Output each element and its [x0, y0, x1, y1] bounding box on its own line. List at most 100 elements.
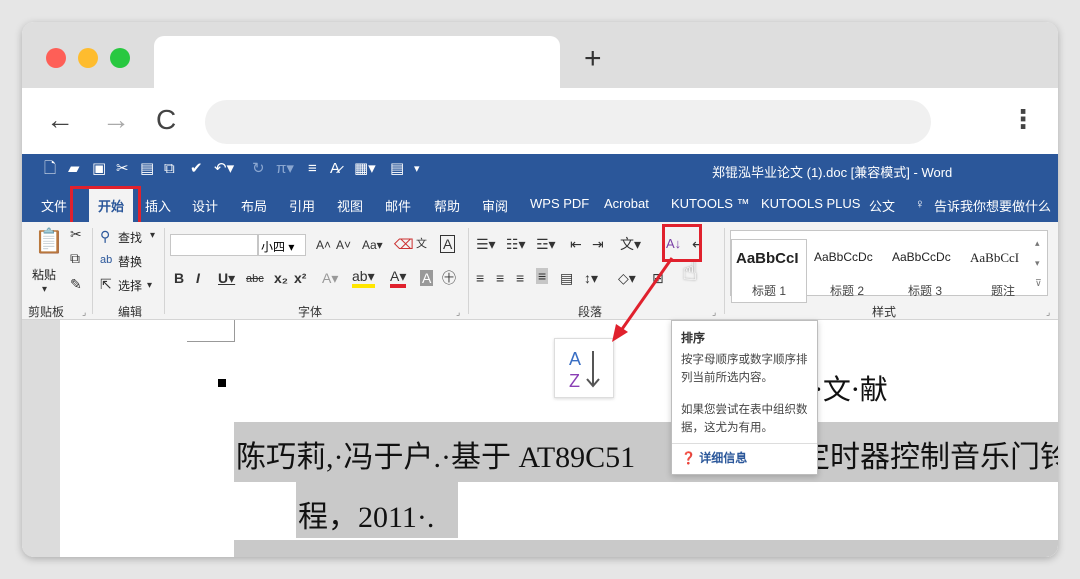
find-dropdown-icon[interactable]: ▾ [150, 228, 155, 244]
browser-menu-icon[interactable]: ⋮ [1010, 106, 1036, 132]
replace-button[interactable]: 替换 [118, 253, 142, 270]
copy-icon[interactable]: ⧉ [164, 160, 175, 178]
tab-layout[interactable]: 布局 [241, 196, 267, 215]
styles-launcher-icon[interactable]: ⌟ [1046, 304, 1050, 320]
enclose-characters-icon[interactable]: ㊉ [442, 270, 456, 286]
cut-small-icon[interactable]: ✂ [70, 226, 82, 242]
bullets-icon[interactable]: ☰▾ [476, 236, 496, 252]
bold-icon[interactable]: B [174, 270, 184, 286]
tab-wps-pdf[interactable]: WPS PDF [530, 196, 589, 211]
browser-tab[interactable] [154, 36, 560, 88]
font-name-field[interactable] [170, 234, 258, 256]
distributed-icon[interactable]: ▤ [560, 270, 573, 286]
tab-view[interactable]: 视图 [337, 196, 363, 215]
maximize-window-button[interactable] [110, 48, 130, 68]
paste-button[interactable]: 粘贴 [32, 266, 56, 283]
character-border-icon[interactable]: A [440, 235, 456, 253]
new-document-icon[interactable]: 🗋 [44, 160, 56, 178]
new-tab-button[interactable]: + [584, 44, 602, 74]
style-heading-3[interactable]: AaBbCcDc 标题 3 [887, 239, 963, 303]
styles-more-icon[interactable]: ⊽ [1035, 275, 1042, 291]
shrink-font-icon[interactable]: A˅ [336, 237, 351, 253]
change-case-icon[interactable]: Aa▾ [362, 237, 383, 253]
tab-insert[interactable]: 插入 [145, 196, 171, 215]
open-folder-icon[interactable]: ▰ [68, 160, 80, 178]
back-icon[interactable]: ← [46, 106, 74, 134]
increase-indent-icon[interactable]: ⇥ [592, 236, 604, 252]
chinese-layout-icon[interactable]: 文▾ [620, 236, 641, 252]
reload-icon[interactable]: C [156, 106, 176, 134]
close-window-button[interactable] [46, 48, 66, 68]
paragraph-launcher-icon[interactable]: ⌟ [712, 304, 716, 320]
grow-font-icon[interactable]: A˄ [316, 237, 331, 253]
justify-icon[interactable]: ≡ [536, 268, 549, 284]
character-shading-icon[interactable]: A [420, 270, 434, 286]
underline-icon[interactable]: U▾ [218, 270, 235, 286]
subscript-icon[interactable]: x₂ [274, 270, 288, 286]
address-bar[interactable] [205, 100, 931, 144]
table-icon[interactable]: ▦▾ [354, 160, 376, 178]
save-icon[interactable]: ▣ [92, 160, 106, 178]
style-heading-2[interactable]: AaBbCcDc 标题 2 [809, 239, 885, 303]
italic-icon[interactable]: I [196, 270, 200, 286]
highlight-color-icon[interactable]: ab▾ [352, 268, 375, 288]
paste-dropdown-icon[interactable]: ▾ [42, 282, 47, 298]
decrease-indent-icon[interactable]: ⇤ [570, 236, 582, 252]
paste-clipboard-icon[interactable]: 📋 [34, 230, 64, 254]
tooltip-divider [672, 443, 817, 444]
undo-icon[interactable]: ↶▾ [214, 160, 234, 178]
superscript-icon[interactable]: x² [294, 270, 306, 286]
clear-formatting-icon[interactable]: ⌫ [394, 236, 414, 252]
line-spacing-icon[interactable]: ↕▾ [584, 270, 598, 286]
style-sample: AaBbCcDc [814, 250, 873, 264]
document-title: 郑锟泓毕业论文 (1).doc [兼容模式] - Word [712, 165, 953, 180]
align-center-icon[interactable]: ≡ [496, 270, 504, 286]
tab-help[interactable]: 帮助 [434, 196, 460, 215]
style-caption[interactable]: AaBbCcI 题注 [965, 239, 1041, 303]
tab-file[interactable]: 文件 [41, 196, 67, 215]
tab-kutools[interactable]: KUTOOLS ™ [671, 196, 750, 211]
minimize-window-button[interactable] [78, 48, 98, 68]
tab-mailings[interactable]: 邮件 [385, 196, 411, 215]
document-icon[interactable]: ▤ [390, 160, 404, 178]
tab-references[interactable]: 引用 [289, 196, 315, 215]
tab-review[interactable]: 审阅 [482, 196, 508, 215]
text-effect-icon[interactable]: A̷ [330, 160, 340, 178]
replace-icon[interactable]: ab [100, 252, 112, 268]
styles-scroll-up-icon[interactable]: ▴ [1035, 235, 1040, 251]
tab-kutools-plus[interactable]: KUTOOLS PLUS [761, 196, 860, 211]
select-button[interactable]: 选择 [118, 277, 142, 294]
customize-toolbar-icon[interactable]: ▾ [414, 160, 420, 178]
tell-me-search[interactable]: 告诉我你想要做什么 [934, 196, 1051, 215]
phonetic-guide-icon[interactable]: 文 [416, 236, 427, 252]
format-painter-icon[interactable]: ✔ [190, 160, 203, 178]
tooltip-more-info-link[interactable]: ❓ 详细信息 [681, 449, 747, 466]
clipboard-launcher-icon[interactable]: ⌟ [82, 304, 86, 320]
align-left-icon[interactable]: ≡ [476, 270, 484, 286]
align-right-icon[interactable]: ≡ [516, 270, 524, 286]
tab-design[interactable]: 设计 [192, 196, 218, 215]
forward-icon[interactable]: → [102, 106, 130, 134]
find-button[interactable]: 查找 [118, 229, 142, 246]
style-heading-1[interactable]: AaBbCcI 标题 1 [731, 239, 807, 303]
find-icon[interactable]: ⚲ [100, 228, 110, 244]
copy-small-icon[interactable]: ⧉ [70, 250, 80, 266]
styles-scroll-down-icon[interactable]: ▾ [1035, 255, 1040, 271]
numbering-icon[interactable]: ☷▾ [506, 236, 526, 252]
tab-acrobat[interactable]: Acrobat [604, 196, 649, 211]
cut-icon[interactable]: ✂ [116, 160, 129, 178]
font-size-field[interactable]: 小四 ▾ [258, 234, 306, 256]
font-launcher-icon[interactable]: ⌟ [456, 304, 460, 320]
format-painter-small-icon[interactable]: ✎ [70, 276, 82, 292]
tab-official-document[interactable]: 公文 [869, 196, 895, 215]
paste-icon[interactable]: ▤ [140, 160, 154, 178]
select-dropdown-icon[interactable]: ▾ [147, 278, 152, 294]
redo-icon[interactable]: ↻ [252, 160, 265, 178]
strikethrough-icon[interactable]: abc [246, 271, 264, 287]
text-effects-icon[interactable]: A▾ [322, 270, 338, 286]
select-icon[interactable]: ⇱ [100, 276, 112, 292]
multilevel-list-icon[interactable]: ☲▾ [536, 236, 556, 252]
equation-icon[interactable]: π▾ [276, 160, 294, 178]
align-icon[interactable]: ≡ [308, 160, 317, 178]
font-color-icon[interactable]: A▾ [390, 268, 407, 288]
